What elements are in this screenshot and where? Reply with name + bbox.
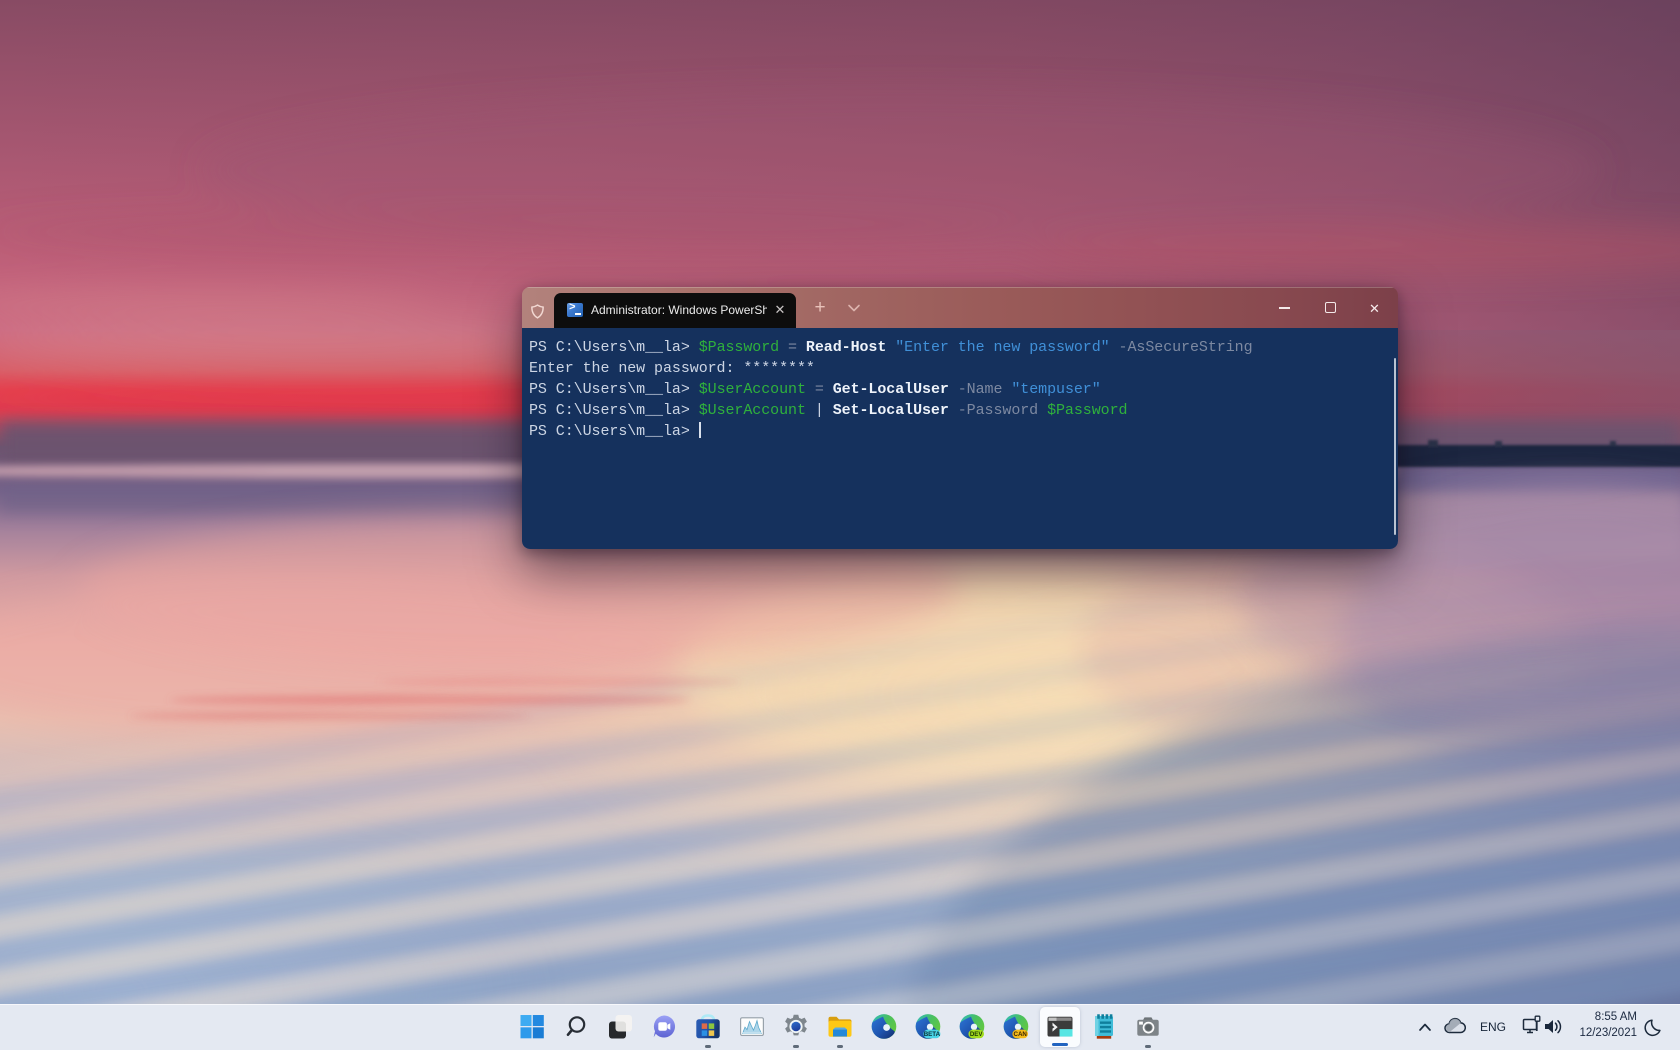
svg-text:CAN: CAN	[1013, 1031, 1027, 1038]
svg-text:BETA: BETA	[924, 1031, 941, 1038]
svg-text:DEV: DEV	[970, 1031, 984, 1038]
